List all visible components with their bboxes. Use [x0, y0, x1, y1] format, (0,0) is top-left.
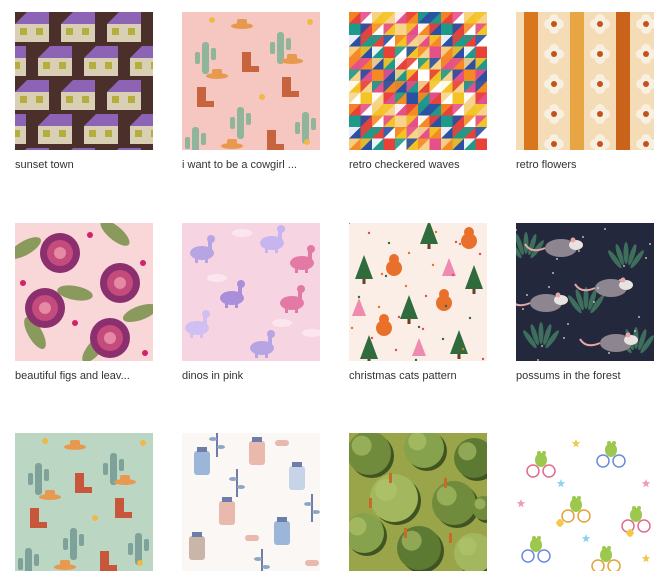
pattern-thumbnail[interactable] — [15, 223, 153, 361]
pattern-card[interactable]: retro checkered waves — [349, 12, 487, 172]
pattern-card[interactable] — [182, 433, 320, 579]
pattern-card[interactable] — [349, 433, 487, 579]
pattern-card[interactable]: possums in the forest — [516, 223, 654, 383]
pattern-thumbnail[interactable] — [349, 433, 487, 571]
pattern-thumbnail[interactable] — [349, 12, 487, 150]
pattern-card[interactable] — [516, 433, 654, 579]
pattern-card[interactable]: beautiful figs and leav... — [15, 223, 153, 383]
pattern-grid: sunset town i want to be a cowgirl ... r… — [0, 0, 667, 574]
pattern-title[interactable]: sunset town — [15, 158, 153, 172]
pattern-title[interactable]: i want to be a cowgirl ... — [182, 158, 320, 172]
pattern-card[interactable]: christmas cats pattern — [349, 223, 487, 383]
pattern-title[interactable]: retro flowers — [516, 158, 654, 172]
pattern-card[interactable] — [15, 433, 153, 579]
pattern-title[interactable]: dinos in pink — [182, 369, 320, 383]
pattern-thumbnail[interactable] — [516, 12, 654, 150]
pattern-title[interactable]: beautiful figs and leav... — [15, 369, 153, 383]
pattern-thumbnail[interactable] — [516, 223, 654, 361]
pattern-thumbnail[interactable] — [182, 433, 320, 571]
pattern-title[interactable]: possums in the forest — [516, 369, 654, 383]
pattern-thumbnail[interactable] — [15, 12, 153, 150]
pattern-card[interactable]: dinos in pink — [182, 223, 320, 383]
pattern-thumbnail[interactable] — [182, 223, 320, 361]
pattern-title[interactable]: retro checkered waves — [349, 158, 487, 172]
pattern-thumbnail[interactable] — [349, 223, 487, 361]
pattern-card[interactable]: sunset town — [15, 12, 153, 172]
pattern-title[interactable]: christmas cats pattern — [349, 369, 487, 383]
pattern-thumbnail[interactable] — [182, 12, 320, 150]
pattern-thumbnail[interactable] — [15, 433, 153, 571]
pattern-card[interactable]: retro flowers — [516, 12, 654, 172]
pattern-card[interactable]: i want to be a cowgirl ... — [182, 12, 320, 172]
pattern-thumbnail[interactable] — [516, 433, 654, 571]
